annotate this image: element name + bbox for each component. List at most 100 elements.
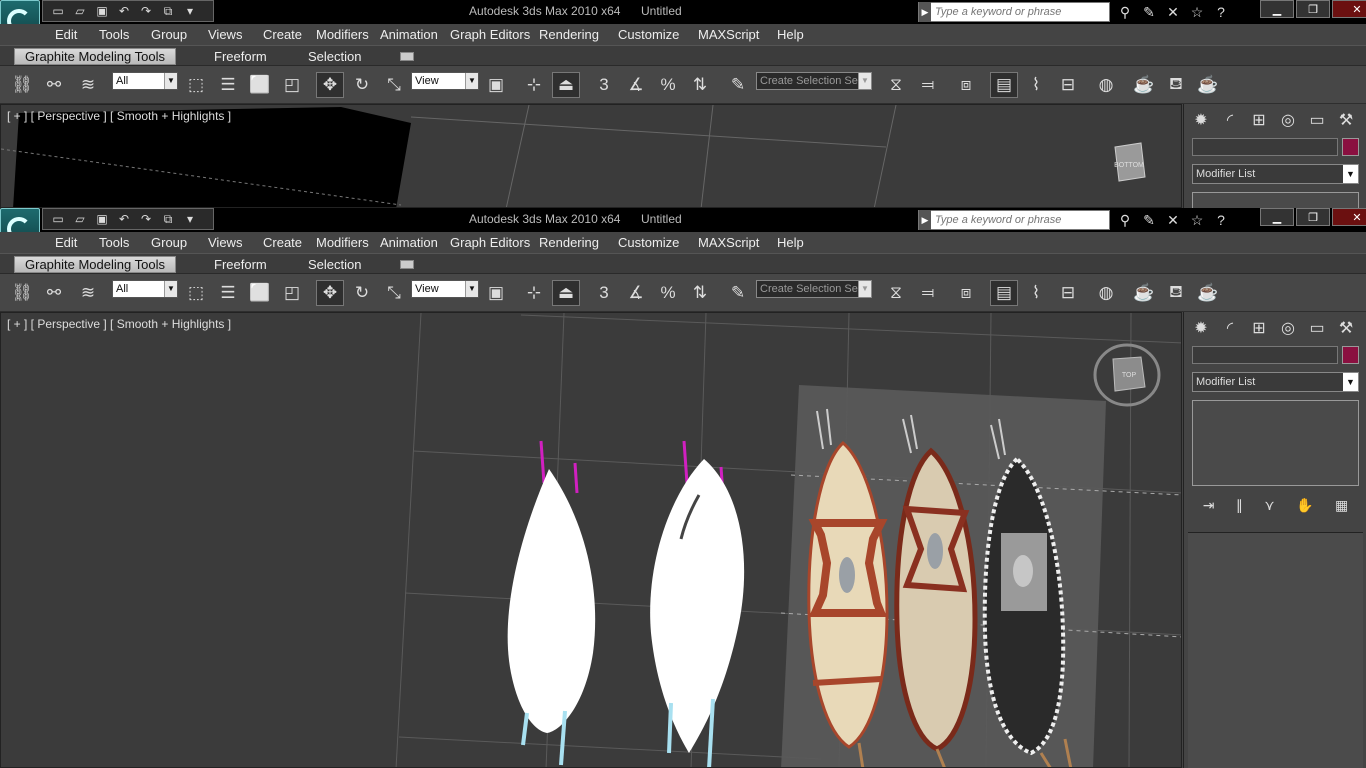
viewcube-icon[interactable]: TOP — [1091, 337, 1163, 409]
graphite-toggle-icon[interactable]: ▤ — [990, 280, 1018, 306]
select-and-link-icon[interactable]: ⛓ — [8, 280, 36, 306]
maximize-button[interactable]: ❐ — [1296, 0, 1330, 18]
select-by-name-icon[interactable]: ☰ — [214, 280, 242, 306]
select-and-scale-icon[interactable]: ⤡ — [380, 72, 408, 98]
percent-snap-icon[interactable]: % — [654, 72, 682, 98]
menu-group[interactable]: Group — [151, 235, 187, 250]
select-and-move-icon[interactable]: ✥ — [316, 280, 344, 306]
viewport-label[interactable]: [ + ] [ Perspective ] [ Smooth + Highlig… — [7, 317, 231, 331]
tab-selection[interactable]: Selection — [298, 256, 371, 273]
spinner-snap-icon[interactable]: ⇅ — [686, 72, 714, 98]
menu-tools[interactable]: Tools — [99, 27, 129, 42]
object-name-field[interactable] — [1192, 346, 1338, 364]
menu-graph-editors[interactable]: Graph Editors — [450, 235, 530, 250]
close-button[interactable]: ✕ — [1332, 208, 1366, 226]
favorites-star-icon[interactable]: ☆ — [1186, 210, 1208, 230]
qa-dropdown-icon[interactable]: ▾ — [181, 3, 199, 19]
select-and-move-icon[interactable]: ✥ — [316, 72, 344, 98]
menu-help[interactable]: Help — [777, 27, 804, 42]
unlink-selection-icon[interactable]: ⚯ — [40, 280, 68, 306]
viewport-perspective-main[interactable]: [ + ] [ Perspective ] [ Smooth + Highlig… — [0, 312, 1182, 768]
search-input[interactable] — [931, 6, 1107, 18]
qa-dropdown-icon[interactable]: ▾ — [181, 211, 199, 227]
curve-editor-icon[interactable]: ⌇ — [1022, 280, 1050, 306]
menu-edit[interactable]: Edit — [55, 235, 77, 250]
select-and-rotate-icon[interactable]: ↻ — [348, 280, 376, 306]
menu-graph-editors[interactable]: Graph Editors — [450, 27, 530, 42]
viewcube-icon[interactable]: BOTTOM — [1111, 141, 1147, 185]
menu-maxscript[interactable]: MAXScript — [698, 235, 759, 250]
manipulate-icon[interactable]: ⊹ — [520, 280, 548, 306]
mirror-icon[interactable]: ⧖ — [882, 280, 910, 306]
viewcube[interactable]: TOP — [1091, 337, 1163, 412]
material-editor-icon[interactable]: ◍ — [1092, 280, 1120, 306]
edit-named-selection-icon[interactable]: ✎ — [724, 280, 752, 306]
menu-help[interactable]: Help — [777, 235, 804, 250]
help-icon[interactable]: ? — [1210, 2, 1232, 22]
help-icon[interactable]: ? — [1210, 210, 1232, 230]
subscription-key-icon[interactable]: ✎ — [1138, 2, 1160, 22]
reference-coordinate-dropdown[interactable]: View ▼ — [411, 280, 479, 298]
schematic-view-icon[interactable]: ⊟ — [1054, 72, 1082, 98]
menu-animation[interactable]: Animation — [380, 27, 438, 42]
project-folder-icon[interactable]: ⧉ — [159, 3, 177, 19]
search-expand-icon[interactable]: ▶ — [919, 2, 931, 22]
spinner-snap-icon[interactable]: ⇅ — [686, 280, 714, 306]
hierarchy-icon[interactable]: ⊞ — [1246, 108, 1272, 132]
tab-freeform[interactable]: Freeform — [204, 48, 277, 65]
rectangular-selection-icon[interactable]: ⬜ — [246, 280, 274, 306]
named-selection-set-dropdown[interactable]: Create Selection Se ▼ — [756, 72, 872, 90]
quick-render-icon[interactable]: ☕ — [1194, 280, 1222, 306]
maximize-button[interactable]: ❐ — [1296, 208, 1330, 226]
modifier-list-dropdown[interactable]: Modifier List ▼ — [1192, 372, 1359, 392]
utilities-icon[interactable]: ⚒ — [1333, 316, 1359, 340]
render-setup-icon[interactable]: ☕ — [1130, 280, 1158, 306]
select-by-name-icon[interactable]: ☰ — [214, 72, 242, 98]
pivot-center-icon[interactable]: ▣ — [482, 72, 510, 98]
tab-selection[interactable]: Selection — [298, 48, 371, 65]
favorites-star-icon[interactable]: ☆ — [1186, 2, 1208, 22]
graphite-toggle-icon[interactable]: ▤ — [990, 72, 1018, 98]
align-icon[interactable]: ⫤ — [914, 280, 942, 306]
window-crossing-icon[interactable]: ◰ — [278, 72, 306, 98]
layer-manager-icon[interactable]: ⧈ — [952, 280, 980, 306]
object-color-swatch[interactable] — [1342, 346, 1359, 364]
pivot-center-icon[interactable]: ▣ — [482, 280, 510, 306]
angle-snap-icon[interactable]: ∡ — [622, 72, 650, 98]
new-file-icon[interactable]: ▭ — [49, 3, 67, 19]
rectangular-selection-icon[interactable]: ⬜ — [246, 72, 274, 98]
menu-create[interactable]: Create — [263, 27, 302, 42]
quick-render-icon[interactable]: ☕ — [1194, 72, 1222, 98]
render-setup-icon[interactable]: ☕ — [1130, 72, 1158, 98]
select-and-scale-icon[interactable]: ⤡ — [380, 280, 408, 306]
communication-center-icon[interactable]: ✕ — [1162, 2, 1184, 22]
menu-rendering[interactable]: Rendering — [539, 235, 599, 250]
selection-filter-dropdown[interactable]: All ▼ — [112, 72, 178, 90]
viewcube[interactable]: BOTTOM — [1111, 141, 1147, 188]
motion-icon[interactable]: ◎ — [1275, 108, 1301, 132]
ribbon-minimize-icon[interactable] — [400, 260, 414, 269]
menu-group[interactable]: Group — [151, 27, 187, 42]
save-icon[interactable]: ▣ — [93, 3, 111, 19]
modifier-stack[interactable] — [1192, 400, 1359, 486]
window-crossing-icon[interactable]: ◰ — [278, 280, 306, 306]
search-box[interactable]: ▶ — [918, 210, 1110, 230]
material-editor-icon[interactable]: ◍ — [1092, 72, 1120, 98]
menu-views[interactable]: Views — [208, 235, 242, 250]
menu-edit[interactable]: Edit — [55, 27, 77, 42]
modifier-list-dropdown[interactable]: Modifier List ▼ — [1192, 164, 1359, 184]
curve-editor-icon[interactable]: ⌇ — [1022, 72, 1050, 98]
motion-icon[interactable]: ◎ — [1275, 316, 1301, 340]
search-input[interactable] — [931, 214, 1107, 226]
search-expand-icon[interactable]: ▶ — [919, 210, 931, 230]
snaps-toggle-icon[interactable]: 3 — [590, 280, 618, 306]
select-and-rotate-icon[interactable]: ↻ — [348, 72, 376, 98]
mirror-icon[interactable]: ⧖ — [882, 72, 910, 98]
binoculars-icon[interactable]: ⚲ — [1114, 210, 1136, 230]
viewport-label[interactable]: [ + ] [ Perspective ] [ Smooth + Highlig… — [7, 109, 231, 123]
close-button[interactable]: ✕ — [1332, 0, 1366, 18]
schematic-view-icon[interactable]: ⊟ — [1054, 280, 1082, 306]
named-selection-set-dropdown[interactable]: Create Selection Se ▼ — [756, 280, 872, 298]
undo-icon[interactable]: ↶ — [115, 211, 133, 227]
binoculars-icon[interactable]: ⚲ — [1114, 2, 1136, 22]
